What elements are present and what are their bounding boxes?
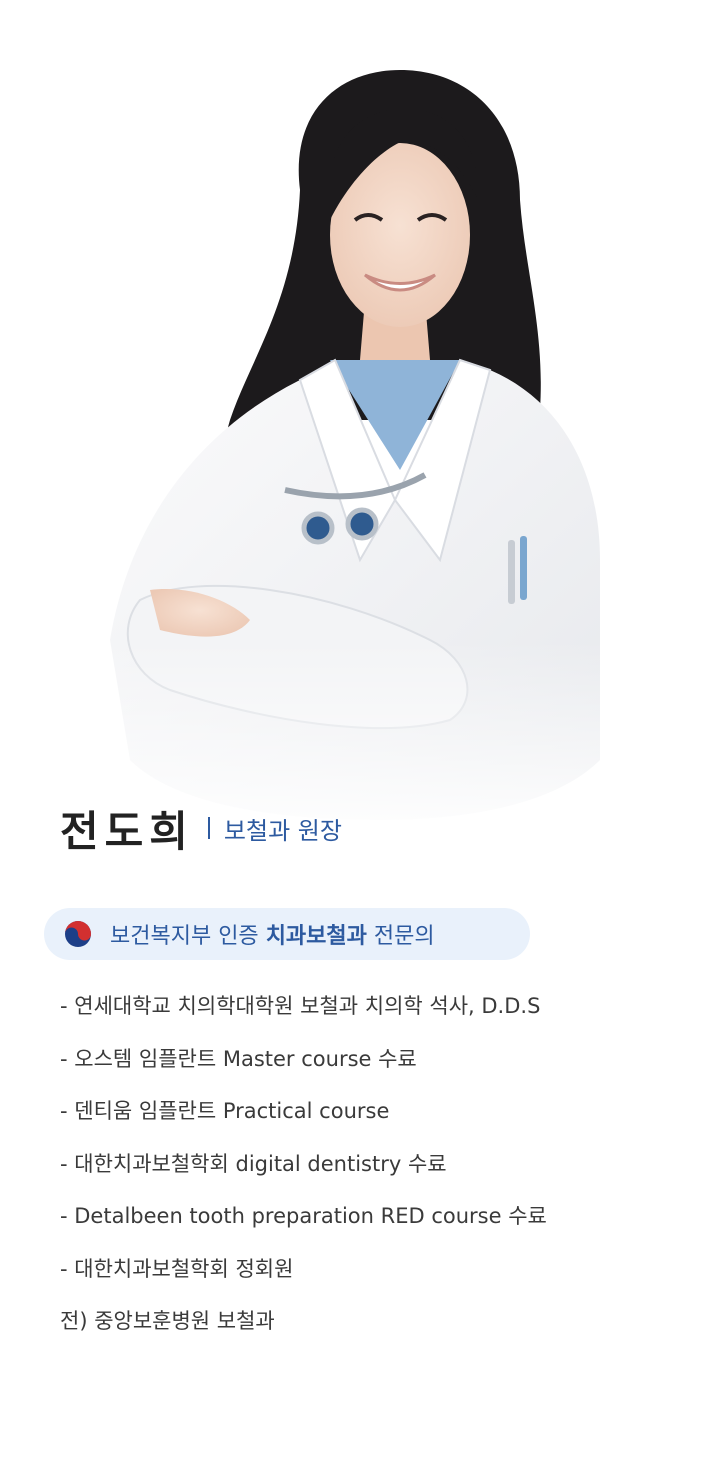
career-item: - 덴티움 임플란트 Practical course — [60, 1099, 390, 1123]
doctor-name: 전도희 — [60, 806, 194, 856]
cert-prefix: 보건복지부 인증 — [110, 924, 259, 949]
career-item: - 오스템 임플란트 Master course 수료 — [60, 1046, 417, 1071]
career-item: 전) 중앙보훈병원 보철과 — [60, 1309, 275, 1333]
certification-badge: 보건복지부 인증 치과보철과 전문의 — [44, 908, 530, 960]
doctor-portrait — [0, 0, 720, 840]
cert-suffix: 전문의 — [373, 924, 435, 949]
certification-text: 보건복지부 인증 치과보철과 전문의 — [110, 918, 435, 950]
career-item: - Detalbeen tooth preparation RED course… — [60, 1204, 547, 1228]
cert-specialty: 치과보철과 — [265, 924, 367, 949]
career-item: - 연세대학교 치의학대학원 보철과 치의학 석사, D.D.S — [60, 994, 541, 1018]
career-item: - 대한치과보철학회 정회원 — [60, 1256, 294, 1281]
career-item: - 대한치과보철학회 digital dentistry 수료 — [60, 1151, 447, 1176]
taeguk-emblem-icon — [65, 921, 91, 947]
doctor-title: 보철과 원장 — [223, 816, 342, 845]
title-divider — [207, 817, 210, 839]
career-list: - 연세대학교 치의학대학원 보철과 치의학 석사, D.D.S - 오스템 임… — [60, 980, 700, 1348]
doctor-heading: 전도희 보철과 원장 — [60, 796, 342, 860]
